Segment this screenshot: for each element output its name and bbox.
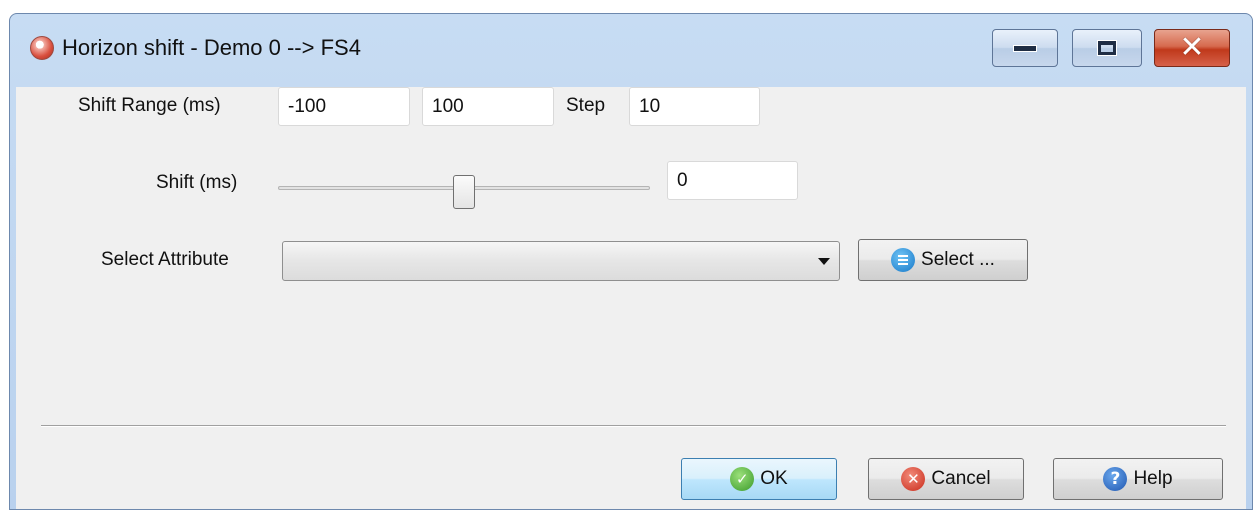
shift-range-min-field[interactable] xyxy=(278,87,410,126)
shift-range-max-field[interactable] xyxy=(422,87,554,126)
list-icon xyxy=(891,248,916,272)
step-field[interactable] xyxy=(629,87,760,126)
close-button[interactable]: ✕ xyxy=(1154,29,1230,67)
select-attribute-label: Select Attribute xyxy=(101,249,229,270)
shift-value-field[interactable] xyxy=(667,161,798,200)
dialog-window: Horizon shift - Demo 0 --> FS4 ✕ Shift R… xyxy=(9,13,1253,510)
title-bar[interactable]: Horizon shift - Demo 0 --> FS4 ✕ xyxy=(10,14,1252,87)
maximize-icon xyxy=(1097,40,1117,56)
app-icon[interactable] xyxy=(30,36,54,60)
minimize-button[interactable] xyxy=(992,29,1058,67)
help-label: Help xyxy=(1133,468,1173,489)
help-button[interactable]: ? Help xyxy=(1053,458,1223,500)
checkmark-icon: ✓ xyxy=(730,467,755,491)
chevron-down-icon[interactable] xyxy=(818,258,830,265)
maximize-button[interactable] xyxy=(1072,29,1142,67)
ok-button[interactable]: ✓ OK xyxy=(681,458,837,500)
window-title: Horizon shift - Demo 0 --> FS4 xyxy=(62,35,361,60)
step-label: Step xyxy=(566,95,606,116)
close-icon: ✕ xyxy=(1179,30,1205,65)
shift-range-label: Shift Range (ms) xyxy=(78,95,221,116)
ok-label: OK xyxy=(760,468,788,489)
footer-separator xyxy=(41,425,1226,427)
attribute-dropdown[interactable] xyxy=(282,241,840,281)
minimize-icon xyxy=(1013,44,1037,52)
cancel-label: Cancel xyxy=(931,468,991,489)
select-attribute-button[interactable]: Select ... xyxy=(858,239,1028,281)
dialog-body: Shift Range (ms) Step Shift (ms) Select … xyxy=(16,87,1246,509)
help-icon: ? xyxy=(1103,467,1128,491)
shift-slider-thumb[interactable] xyxy=(453,175,475,209)
cancel-icon: ✕ xyxy=(901,467,926,491)
cancel-button[interactable]: ✕ Cancel xyxy=(868,458,1024,500)
select-button-label: Select ... xyxy=(921,249,995,270)
shift-label: Shift (ms) xyxy=(156,172,238,193)
